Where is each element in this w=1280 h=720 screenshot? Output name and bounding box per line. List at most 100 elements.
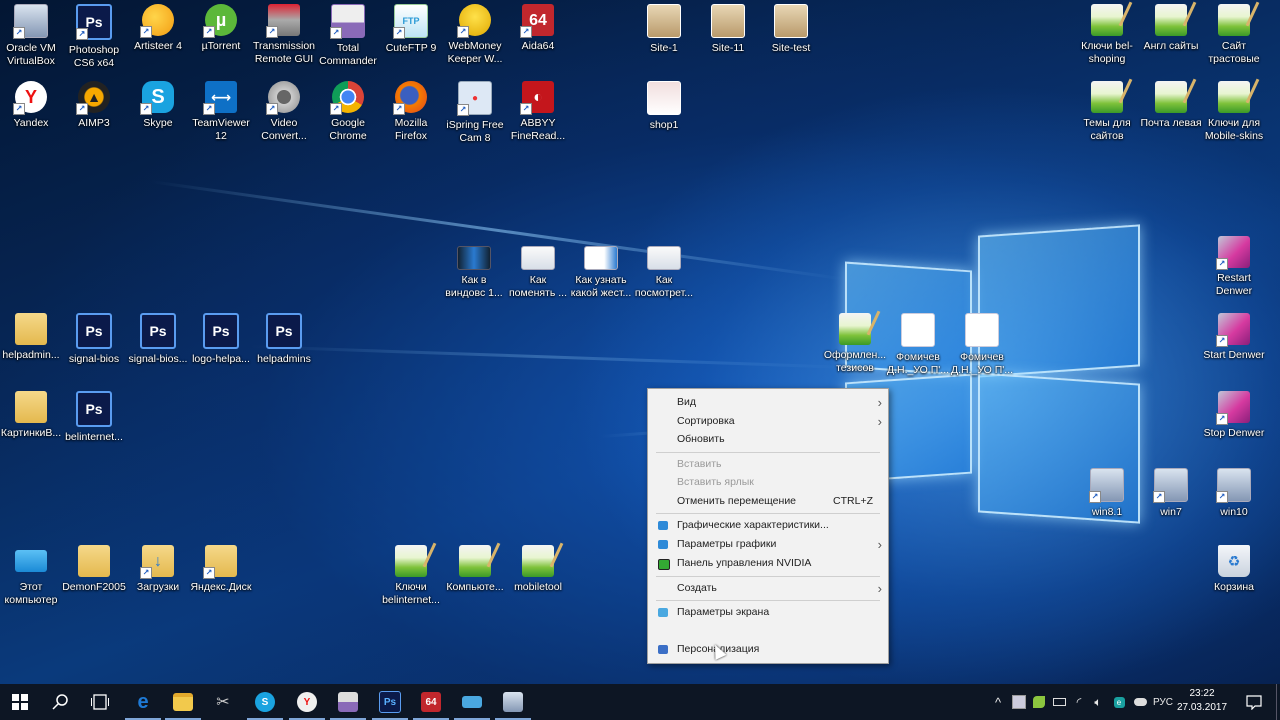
desktop-icon-notepad-file[interactable]: Оформлен... тезисов <box>823 313 887 375</box>
desktop-icon-ispring[interactable]: ● ↗ iSpring Free Cam 8 <box>443 81 507 145</box>
desktop-icon-notepad-file[interactable]: Темы для сайтов <box>1075 81 1139 143</box>
desktop-icon-teamviewer[interactable]: ⟷ ↗ TeamViewer 12 <box>189 81 253 143</box>
tray-app-icon[interactable] <box>1010 684 1028 720</box>
language-indicator[interactable]: РУС <box>1150 684 1176 720</box>
taskbar-app-file-explorer[interactable] <box>163 684 203 720</box>
desktop-icon-firefox[interactable]: ↗ Mozilla Firefox <box>379 81 443 143</box>
tray-eset[interactable]: e <box>1110 684 1128 720</box>
desktop-icon-notepad-file[interactable]: Ключи belinternet... <box>379 545 443 607</box>
screenshot-thumbnail-icon <box>647 246 681 270</box>
desktop-icon-photoshop[interactable]: Ps ↗ Photoshop CS6 x64 <box>62 4 126 70</box>
desktop-icon-psd-file[interactable]: Ps belinternet... <box>62 391 126 444</box>
menu-item-view[interactable]: Вид › <box>648 393 888 412</box>
desktop-icon-transmission[interactable]: ↗ Transmission Remote GUI <box>252 4 316 66</box>
desktop-icon-stop-denwer[interactable]: ↗ Stop Denwer <box>1202 391 1266 440</box>
taskbar-app-yandex-browser[interactable]: Y <box>287 684 327 720</box>
icon-label: µTorrent <box>201 40 241 52</box>
desktop-icon-screenshot[interactable]: Как в виндовс 1... <box>442 246 506 300</box>
desktop-icon-psd-file[interactable]: Ps logo-helpa... <box>189 313 253 366</box>
desktop-icon-psd-file[interactable]: Ps signal-bios <box>62 313 126 366</box>
notepad-file-icon <box>1091 4 1123 36</box>
desktop-icon-screenshot[interactable]: Как узнать какой жест... <box>569 246 633 300</box>
taskbar-app-remote-desktop[interactable] <box>452 684 492 720</box>
menu-item-graphics-properties[interactable]: Графические характеристики... <box>648 516 888 535</box>
desktop-icon-webmoney[interactable]: ↗ WebMoney Keeper W... <box>443 4 507 66</box>
desktop-icon-notepad-file[interactable]: Компьюте... <box>443 545 507 594</box>
desktop-icon-folder[interactable]: helpadmin... <box>0 313 63 362</box>
taskbar-app-aida64[interactable]: 64 <box>411 684 451 720</box>
desktop-icon-video-converter[interactable]: ↗ Video Convert... <box>252 81 316 143</box>
desktop-icon-yandex-disk[interactable]: ↗ Яндекс.Диск <box>189 545 253 594</box>
desktop-icon-vm-win7[interactable]: ↗ win7 <box>1139 468 1203 519</box>
desktop-icon-total-commander[interactable]: ↗ Total Commander <box>316 4 380 68</box>
show-hidden-icons-button[interactable]: ^ <box>988 684 1008 720</box>
desktop-icon-notepad-file[interactable]: Ключи для Mobile-skins <box>1202 81 1266 143</box>
desktop-icon-vm-win10[interactable]: ↗ win10 <box>1202 468 1266 519</box>
desktop-icon-utorrent[interactable]: µ ↗ µTorrent <box>189 4 253 53</box>
taskbar-app-virtualbox[interactable] <box>493 684 533 720</box>
clock[interactable]: 23:22 27.03.2017 <box>1176 687 1228 715</box>
desktop-icon-start-denwer[interactable]: ↗ Start Denwer <box>1202 313 1266 362</box>
desktop-icon-virtualbox[interactable]: ↗ Oracle VM VirtualBox <box>0 4 63 68</box>
menu-item-display-settings[interactable]: Параметры экрана <box>648 603 888 622</box>
menu-item-nvidia-control-panel[interactable]: Панель управления NVIDIA <box>648 554 888 573</box>
show-desktop-button[interactable] <box>1276 684 1280 720</box>
desktop-icon-notepad-file[interactable]: Ключи bel-shoping <box>1075 4 1139 66</box>
menu-item-refresh[interactable]: Обновить <box>648 430 888 449</box>
taskbar-app-photoshop[interactable]: Ps <box>370 684 410 720</box>
tray-antivirus-icon[interactable] <box>1030 684 1048 720</box>
taskbar-app-skype[interactable]: S <box>245 684 285 720</box>
task-view-icon <box>91 694 109 710</box>
desktop-icon-recycle-bin[interactable]: ♻ Корзина <box>1202 545 1266 594</box>
desktop-icon-word-doc[interactable]: W Фомичев Д.Н._УО П'... <box>950 313 1014 377</box>
shortcut-arrow-icon: ↗ <box>1216 335 1228 347</box>
desktop-icon-abbyy[interactable]: ◐ ↗ ABBYY FineRead... <box>506 81 570 143</box>
start-button[interactable] <box>0 684 40 720</box>
desktop-icon-this-pc[interactable]: Этот компьютер <box>0 545 63 607</box>
menu-item-personalize[interactable]: Персонализация <box>648 640 888 659</box>
shortcut-arrow-icon: ↗ <box>266 26 278 38</box>
desktop-icon-site-1[interactable]: Site-1 <box>632 4 696 55</box>
antivirus-icon <box>1033 696 1045 708</box>
desktop-background[interactable]: ↗ Oracle VM VirtualBox Ps ↗ Photoshop CS6… <box>0 0 1280 684</box>
action-center-button[interactable] <box>1238 684 1270 720</box>
search-button[interactable] <box>40 684 80 720</box>
desktop-icon-notepad-file[interactable]: mobiletool <box>506 545 570 594</box>
desktop-icon-site-test[interactable]: Site-test <box>759 4 823 55</box>
menu-item-new[interactable]: Создать › <box>648 579 888 598</box>
desktop-icon-skype[interactable]: S ↗ Skype <box>126 81 190 130</box>
taskbar-app-edge[interactable]: e <box>123 684 163 720</box>
desktop-icon-word-doc[interactable]: W Фомичев Д.Н._УО П'... <box>886 313 950 377</box>
desktop-icon-notepad-file[interactable]: Почта левая <box>1139 81 1203 130</box>
tray-battery[interactable] <box>1050 684 1068 720</box>
desktop-icon-downloads[interactable]: ↓ ↗ Загрузки <box>126 545 190 594</box>
tray-volume[interactable]: 🔈︎ <box>1088 684 1108 720</box>
desktop-icon-notepad-file[interactable]: Сайт трастовые <box>1202 4 1266 66</box>
desktop-icon-artisteer[interactable]: ↗ Artisteer 4 <box>126 4 190 53</box>
desktop-icon-user-folder[interactable]: DemonF2005 <box>62 545 126 594</box>
menu-item-graphics-options[interactable]: Параметры графики › <box>648 535 888 554</box>
photoshop-icon: Ps ↗ <box>76 4 112 40</box>
desktop-icon-shop1[interactable]: shop1 <box>632 81 696 132</box>
tray-onedrive[interactable] <box>1130 684 1150 720</box>
menu-item-undo-move[interactable]: Отменить перемещение CTRL+Z <box>648 492 888 511</box>
desktop-icon-yandex[interactable]: Y ↗ Yandex <box>0 81 63 130</box>
desktop-icon-chrome[interactable]: ↗ Google Chrome <box>316 81 380 143</box>
desktop-icon-cuteftp[interactable]: FTP ↗ CuteFTP 9 <box>379 4 443 55</box>
tray-network[interactable]: ◜ <box>1070 684 1088 720</box>
desktop-icon-folder[interactable]: КартинкиВ... <box>0 391 63 440</box>
desktop-icon-restart-denwer[interactable]: ↗ Restart Denwer <box>1202 236 1266 298</box>
desktop-icon-psd-file[interactable]: Ps signal-bios... <box>126 313 190 366</box>
desktop-icon-vm-win81[interactable]: ↗ win8.1 <box>1075 468 1139 519</box>
taskbar-app-snipping-tool[interactable]: ✂ <box>203 684 243 720</box>
desktop-icon-psd-file[interactable]: Ps helpadmins <box>252 313 316 366</box>
desktop-icon-screenshot[interactable]: Как поменять ... <box>506 246 570 300</box>
task-view-button[interactable] <box>80 684 120 720</box>
desktop-icon-site-11[interactable]: Site-11 <box>696 4 760 55</box>
desktop-icon-aida64[interactable]: 64 ↗ Aida64 <box>506 4 570 53</box>
menu-item-sort[interactable]: Сортировка › <box>648 412 888 431</box>
desktop-icon-screenshot[interactable]: Как посмотрет... <box>632 246 696 300</box>
taskbar-app-total-commander[interactable] <box>328 684 368 720</box>
desktop-icon-aimp[interactable]: ▲ ↗ AIMP3 <box>62 81 126 130</box>
desktop-icon-notepad-file[interactable]: Англ сайты <box>1139 4 1203 53</box>
